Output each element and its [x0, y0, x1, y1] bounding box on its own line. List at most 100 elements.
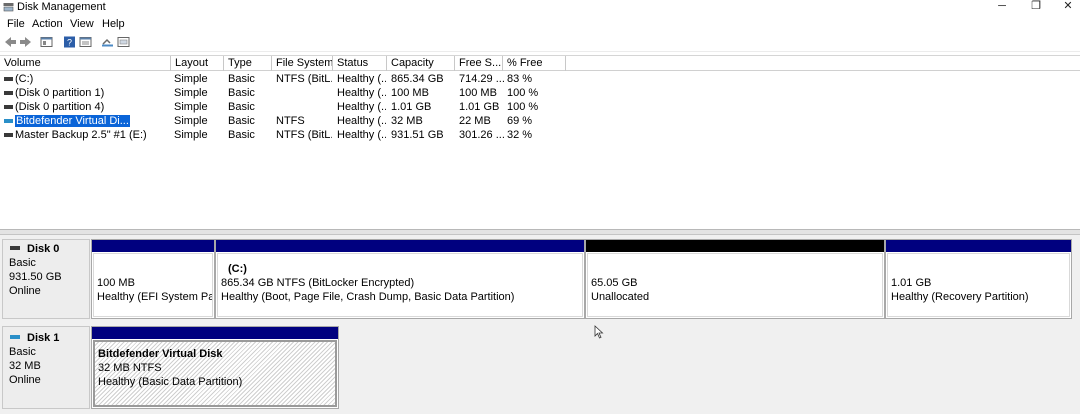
partition-header-bar [216, 240, 584, 252]
partition-body: 100 MB Healthy (EFI System Partiti [93, 253, 213, 317]
volume-layout: Simple [174, 129, 208, 141]
partition-body: 1.01 GB Healthy (Recovery Partition) [887, 253, 1070, 317]
volume-status: Healthy (... [337, 129, 386, 141]
disk-name: Disk 0 [27, 243, 60, 255]
partition-c[interactable]: (C:) 865.34 GB NTFS (BitLocker Encrypted… [215, 239, 585, 319]
partition-size: 865.34 GB NTFS (BitLocker Encrypted) [221, 277, 415, 289]
partition-size: 1.01 GB [891, 277, 932, 289]
table-row[interactable]: (Disk 0 partition 4) Simple Basic Health… [0, 100, 1080, 114]
volume-percent-free: 100 % [507, 101, 539, 113]
virtual-disk-icon [4, 119, 13, 123]
volume-free-space: 22 MB [459, 115, 491, 127]
partition-status: Unallocated [591, 291, 650, 303]
column-header-free-space[interactable]: Free S... [455, 56, 503, 71]
virtual-disk-icon [10, 335, 20, 339]
volume-capacity: 1.01 GB [391, 101, 432, 113]
toolbar: ? [0, 33, 1080, 52]
disk-0-label[interactable]: Disk 0 Basic 931.50 GB Online [2, 239, 90, 319]
table-row-selected[interactable]: Bitdefender Virtual Di... Simple Basic N… [0, 114, 1080, 128]
partition-bitdefender[interactable]: Bitdefender Virtual Disk 32 MB NTFS Heal… [91, 326, 339, 409]
disk-1-label[interactable]: Disk 1 Basic 32 MB Online [2, 326, 90, 409]
volume-free-space: 1.01 GB [459, 101, 500, 113]
volume-free-space: 714.29 ... [459, 73, 505, 85]
volume-layout: Simple [174, 115, 208, 127]
volume-status: Healthy (... [337, 115, 386, 127]
volume-capacity: 100 MB [391, 87, 429, 99]
menu-help[interactable]: Help [102, 17, 125, 31]
partition-header-bar [92, 240, 214, 252]
partition-title: (C:) [228, 263, 247, 275]
table-row[interactable]: (C:) Simple Basic NTFS (BitL... Healthy … [0, 72, 1080, 86]
volume-type: Basic [228, 101, 255, 113]
volume-icon [4, 105, 13, 109]
volume-file-system: NTFS [276, 115, 305, 127]
disk-type: Basic [9, 257, 36, 269]
help-icon[interactable]: ? [63, 36, 76, 48]
volume-name: Bitdefender Virtual Di... [15, 115, 130, 127]
settings-icon[interactable] [117, 36, 130, 48]
volume-capacity: 32 MB [391, 115, 423, 127]
column-header-status[interactable]: Status [333, 56, 387, 71]
list-header: Volume Layout Type File System Status Ca… [0, 56, 1080, 71]
disk-status: Online [9, 285, 41, 297]
partition-unallocated[interactable]: 65.05 GB Unallocated [585, 239, 885, 319]
disk-view-icon[interactable] [40, 36, 53, 48]
partition-size: 65.05 GB [591, 277, 638, 289]
partition-size: 32 MB NTFS [98, 362, 162, 374]
disk-size: 931.50 GB [9, 271, 62, 283]
column-header-layout[interactable]: Layout [171, 56, 224, 71]
properties-icon[interactable] [79, 36, 92, 48]
partition-body-selected: Bitdefender Virtual Disk 32 MB NTFS Heal… [93, 340, 337, 407]
volume-file-system: NTFS (BitL... [276, 129, 332, 141]
volume-layout: Simple [174, 73, 208, 85]
column-header-percent-free[interactable]: % Free [503, 56, 566, 71]
close-button[interactable]: ✕ [1052, 0, 1080, 14]
volume-percent-free: 32 % [507, 129, 533, 141]
menu-view[interactable]: View [70, 17, 94, 31]
volume-type: Basic [228, 129, 255, 141]
volume-layout: Simple [174, 101, 208, 113]
volume-list: Volume Layout Type File System Status Ca… [0, 55, 1080, 229]
window-title: Disk Management [17, 1, 106, 13]
minimize-button[interactable]: ─ [986, 0, 1018, 14]
volume-name: Master Backup 2.5" #1 (E:) [15, 129, 147, 141]
volume-name: (Disk 0 partition 1) [15, 87, 105, 99]
column-header-file-system[interactable]: File System [272, 56, 333, 71]
column-header-volume[interactable]: Volume [0, 56, 171, 71]
menu-file[interactable]: File [7, 17, 25, 31]
volume-file-system [276, 86, 332, 100]
disk-size: 32 MB [9, 360, 41, 372]
partition-efi[interactable]: 100 MB Healthy (EFI System Partiti [91, 239, 215, 319]
volume-icon [4, 133, 13, 137]
volume-type: Basic [228, 73, 255, 85]
back-icon[interactable] [4, 36, 17, 48]
svg-text:?: ? [67, 38, 72, 48]
column-header-capacity[interactable]: Capacity [387, 56, 455, 71]
partition-status: Healthy (Boot, Page File, Crash Dump, Ba… [221, 291, 515, 303]
partition-title: Bitdefender Virtual Disk [98, 348, 223, 360]
disk-management-icon [3, 3, 14, 12]
disk-graphical-view: Disk 0 Basic 931.50 GB Online 100 MB Hea… [0, 235, 1080, 414]
disk-name: Disk 1 [27, 332, 60, 344]
volume-icon [4, 77, 13, 81]
volume-file-system [276, 100, 332, 114]
table-row[interactable]: (Disk 0 partition 1) Simple Basic Health… [0, 86, 1080, 100]
mouse-cursor-icon [594, 325, 604, 339]
menu-action[interactable]: Action [32, 17, 63, 31]
volume-status: Healthy (... [337, 101, 386, 113]
volume-percent-free: 69 % [507, 115, 533, 127]
disk-status: Online [9, 374, 41, 386]
volume-status: Healthy (... [337, 73, 386, 85]
forward-icon[interactable] [19, 36, 32, 48]
partition-status: Healthy (Basic Data Partition) [98, 376, 243, 388]
disk-type: Basic [9, 346, 36, 358]
partition-recovery[interactable]: 1.01 GB Healthy (Recovery Partition) [885, 239, 1072, 319]
partition-header-bar [586, 240, 884, 252]
rescan-icon[interactable] [101, 36, 114, 48]
volume-name: (C:) [15, 73, 34, 85]
column-header-type[interactable]: Type [224, 56, 272, 71]
table-row[interactable]: Master Backup 2.5" #1 (E:) Simple Basic … [0, 128, 1080, 142]
partition-body: (C:) 865.34 GB NTFS (BitLocker Encrypted… [217, 253, 583, 317]
volume-type: Basic [228, 115, 255, 127]
maximize-button[interactable]: ❐ [1020, 0, 1052, 14]
